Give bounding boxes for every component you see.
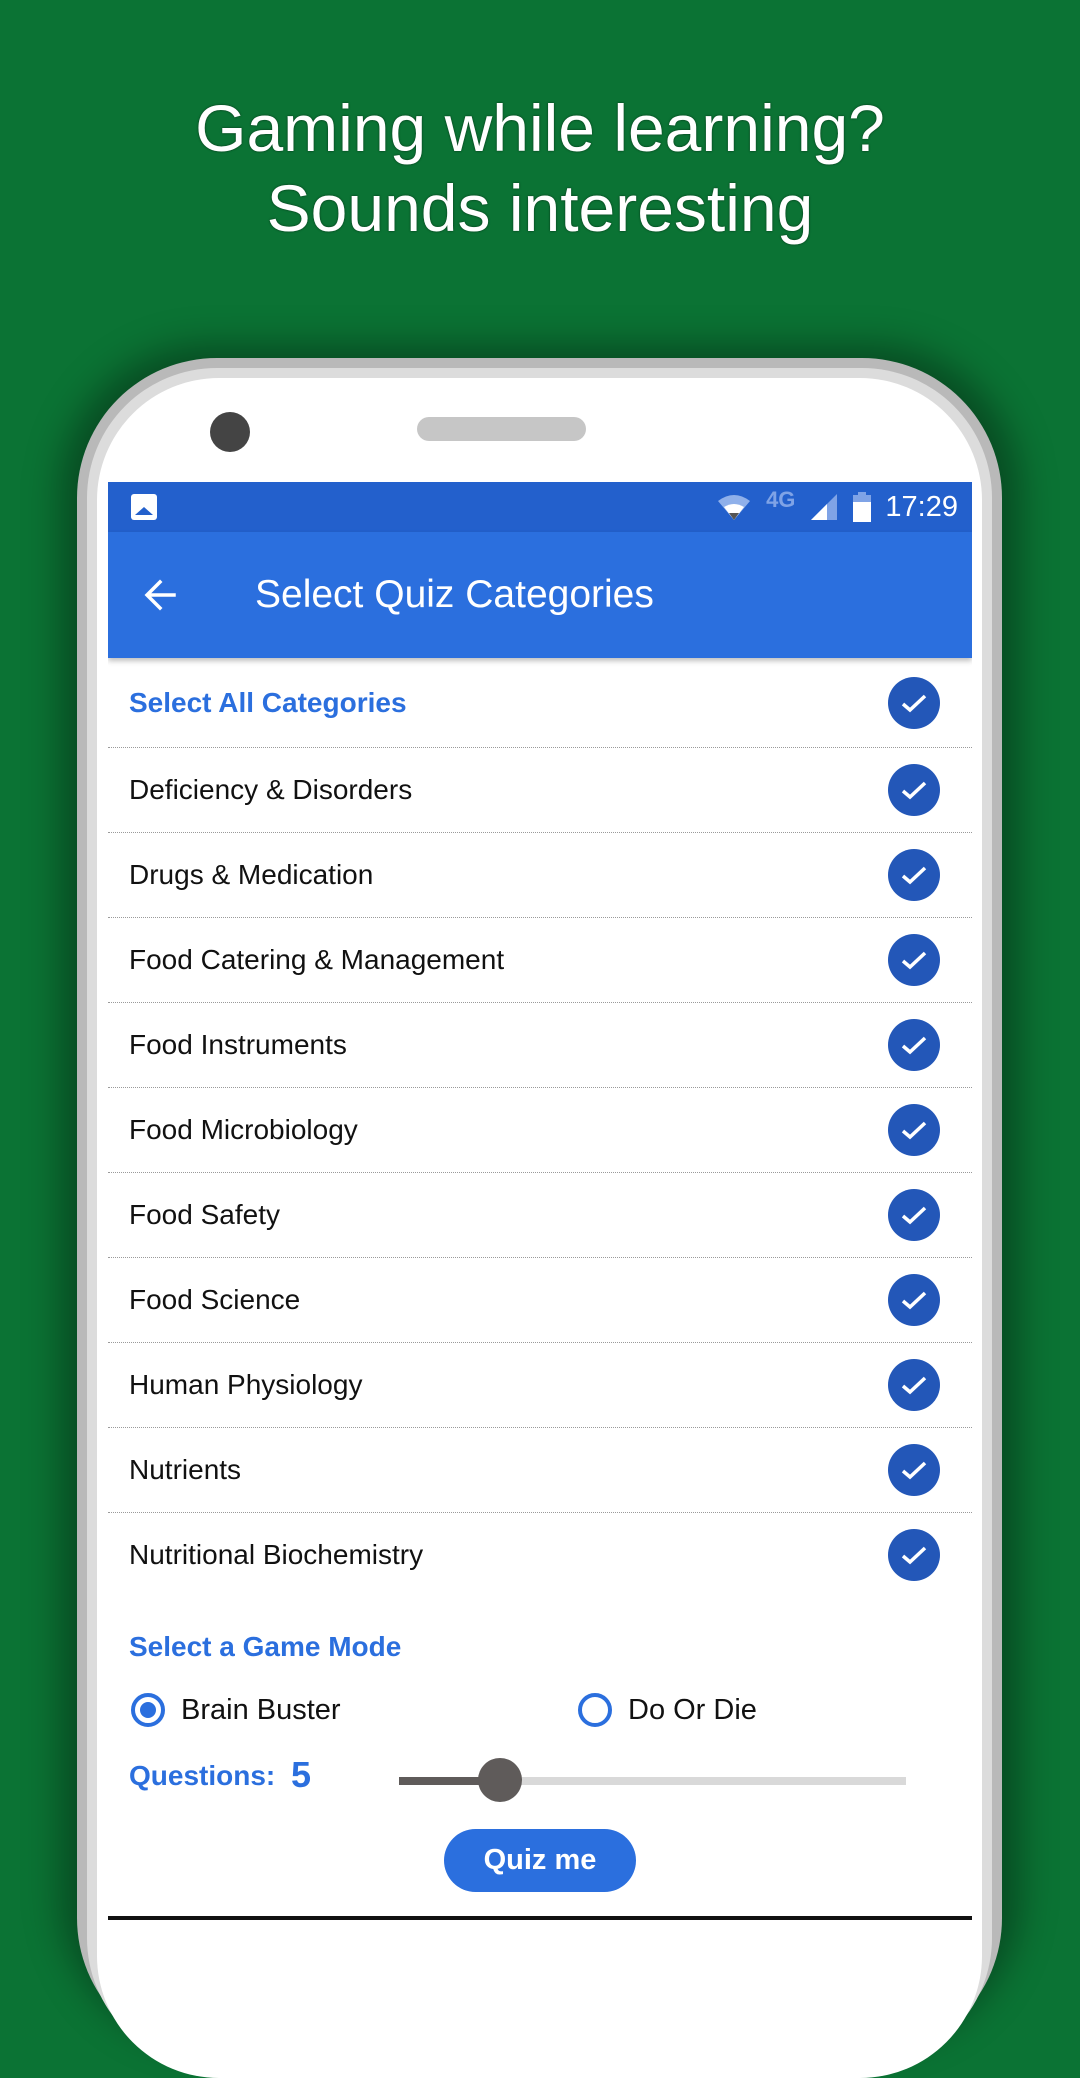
category-label: Nutrients: [129, 1454, 242, 1485]
status-time: 17:29: [885, 490, 958, 523]
category-label: Food Safety: [129, 1199, 280, 1230]
radio-button-unchecked[interactable]: [578, 1693, 612, 1727]
category-checkbox[interactable]: [888, 1274, 940, 1326]
game-mode-title: Select a Game Mode: [129, 1631, 402, 1662]
status-bar: 4G 17:29: [108, 482, 972, 532]
category-label: Nutritional Biochemistry: [129, 1539, 424, 1570]
check-icon: [901, 1461, 927, 1480]
category-label: Food Catering & Management: [129, 944, 505, 975]
category-checkbox[interactable]: [888, 1444, 940, 1496]
select-all-label: Select All Categories: [129, 686, 407, 718]
questions-slider[interactable]: [399, 1758, 906, 1802]
image-icon: [131, 494, 157, 520]
category-label: Food Science: [129, 1284, 301, 1315]
category-row[interactable]: Food Safety: [108, 1173, 972, 1258]
network-type-label: 4G: [766, 487, 796, 512]
check-icon: [901, 781, 927, 800]
category-label: Deficiency & Disorders: [129, 774, 413, 805]
check-icon: [901, 1291, 927, 1310]
category-checkbox[interactable]: [888, 1189, 940, 1241]
category-checkbox[interactable]: [888, 934, 940, 986]
select-all-row[interactable]: Select All Categories: [108, 658, 972, 748]
questions-value: 5: [291, 1754, 312, 1795]
radio-do-or-die[interactable]: Do Or Die: [578, 1693, 757, 1727]
back-button[interactable]: [138, 570, 188, 620]
signal-icon: [809, 492, 839, 522]
check-icon: [901, 1206, 927, 1225]
category-row[interactable]: Food Catering & Management: [108, 918, 972, 1003]
category-checkbox[interactable]: [888, 1529, 940, 1581]
page-title: Select Quiz Categories: [255, 573, 654, 616]
radio-label-brain-buster: Brain Buster: [181, 1693, 341, 1726]
status-icons: 4G 17:29: [716, 482, 958, 532]
arrow-left-icon: [144, 579, 176, 611]
category-row[interactable]: Nutritional Biochemistry: [108, 1513, 972, 1597]
check-icon: [901, 951, 927, 970]
radio-label-do-or-die: Do Or Die: [628, 1693, 757, 1726]
check-icon: [901, 1121, 927, 1140]
phone-camera: [210, 412, 250, 452]
check-icon: [901, 1546, 927, 1565]
category-checkbox[interactable]: [888, 1019, 940, 1071]
category-row[interactable]: Deficiency & Disorders: [108, 748, 972, 833]
check-icon: [901, 866, 927, 885]
category-checkbox[interactable]: [888, 1104, 940, 1156]
app-bar: Select Quiz Categories: [108, 532, 972, 658]
category-row[interactable]: Food Instruments: [108, 1003, 972, 1088]
select-all-checkbox[interactable]: [888, 676, 940, 729]
check-icon: [901, 1376, 927, 1395]
slider-thumb[interactable]: [478, 1758, 523, 1802]
category-row[interactable]: Food Microbiology: [108, 1088, 972, 1173]
questions-label: Questions:: [129, 1760, 276, 1791]
wifi-icon: [716, 493, 752, 521]
bottom-divider: [108, 1916, 972, 1920]
check-icon: [901, 694, 927, 712]
category-checkbox[interactable]: [888, 764, 940, 816]
category-label: Food Microbiology: [129, 1114, 358, 1145]
category-row[interactable]: Nutrients: [108, 1428, 972, 1513]
category-row[interactable]: Drugs & Medication: [108, 833, 972, 918]
radio-brain-buster[interactable]: Brain Buster: [131, 1693, 341, 1727]
quiz-me-button[interactable]: Quiz me: [444, 1829, 636, 1892]
phone-speaker: [417, 417, 586, 441]
promo-headline: Gaming while learning? Sounds interestin…: [0, 88, 1080, 248]
category-label: Human Physiology: [129, 1369, 363, 1400]
category-checkbox[interactable]: [888, 849, 940, 901]
promo-headline-line2: Sounds interesting: [266, 171, 814, 245]
promo-headline-line1: Gaming while learning?: [195, 91, 885, 165]
category-list[interactable]: Select All Categories Deficiency & Disor…: [108, 658, 972, 1597]
category-label: Drugs & Medication: [129, 859, 374, 890]
battery-icon: [853, 492, 872, 522]
check-icon: [901, 1036, 927, 1055]
radio-button-checked[interactable]: [131, 1693, 165, 1727]
category-checkbox[interactable]: [888, 1359, 940, 1411]
category-row[interactable]: Human Physiology: [108, 1343, 972, 1428]
category-row[interactable]: Food Science: [108, 1258, 972, 1343]
category-label: Food Instruments: [129, 1029, 347, 1060]
phone-screen: 4G 17:29 Select Quiz Categories Select A…: [108, 482, 972, 1920]
